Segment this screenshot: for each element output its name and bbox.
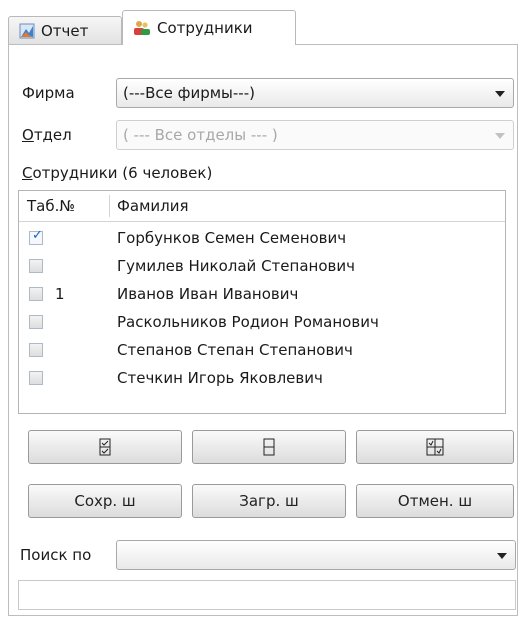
employees-title: Сотрудники (6 человек) <box>22 164 213 182</box>
row-surname: Иванов Иван Иванович <box>117 285 299 303</box>
list-item[interactable]: Гумилев Николай Степанович <box>19 255 505 283</box>
check-icon: ✓ <box>32 228 43 243</box>
select-all-button[interactable] <box>28 430 182 464</box>
invert-selection-button[interactable] <box>356 430 514 464</box>
list-header: Таб.№ Фамилия <box>19 191 505 222</box>
column-tab-no[interactable]: Таб.№ <box>27 197 75 215</box>
save-template-button[interactable]: Сохр. ш <box>28 484 182 518</box>
chevron-down-icon[interactable] <box>495 133 505 139</box>
row-checkbox[interactable] <box>29 343 43 357</box>
row-tab-no: 1 <box>55 285 65 303</box>
row-checkbox[interactable] <box>29 315 43 329</box>
tab-report-label: Отчет <box>41 21 89 40</box>
firm-select[interactable]: (---Все фирмы---) <box>116 78 514 108</box>
cancel-template-button[interactable]: Отмен. ш <box>356 484 514 518</box>
list-item[interactable]: ✓ Горбунков Семен Семенович <box>19 227 505 255</box>
uncheck-all-icon <box>263 438 275 456</box>
column-divider <box>109 195 110 217</box>
firm-label: Фирма <box>22 84 75 102</box>
row-checkbox[interactable] <box>29 259 43 273</box>
list-item[interactable]: Степанов Степан Степанович <box>19 339 505 367</box>
list-item[interactable]: Стечкин Игорь Яковлевич <box>19 367 505 395</box>
load-template-button[interactable]: Загр. ш <box>192 484 346 518</box>
invert-selection-icon <box>426 438 444 456</box>
search-input[interactable] <box>18 580 516 610</box>
people-icon <box>134 21 150 35</box>
search-field-select[interactable] <box>116 540 516 570</box>
list-item[interactable]: 1 Иванов Иван Иванович <box>19 283 505 311</box>
dept-label: Отдел <box>22 126 72 144</box>
firm-select-value: (---Все фирмы---) <box>123 84 255 102</box>
list-item[interactable]: Раскольников Родион Романович <box>19 311 505 339</box>
row-surname: Гумилев Николай Степанович <box>117 257 355 275</box>
chart-icon <box>19 23 35 38</box>
clear-all-button[interactable] <box>192 430 346 464</box>
row-checkbox[interactable] <box>29 287 43 301</box>
row-surname: Горбунков Семен Семенович <box>117 229 347 247</box>
row-checkbox[interactable]: ✓ <box>29 228 43 245</box>
tab-employees-label: Сотрудники <box>157 19 253 37</box>
tab-report[interactable]: Отчет <box>8 16 122 44</box>
row-surname: Раскольников Родион Романович <box>117 313 379 331</box>
row-surname: Стечкин Игорь Яковлевич <box>117 369 323 387</box>
employees-list: Таб.№ Фамилия ✓ Горбунков Семен Семенович… <box>18 190 506 414</box>
chevron-down-icon[interactable] <box>497 553 507 559</box>
check-all-icon <box>99 438 111 456</box>
search-by-label: Поиск по <box>20 546 92 564</box>
row-surname: Степанов Степан Степанович <box>117 341 353 359</box>
tab-employees[interactable]: Сотрудники <box>122 10 296 45</box>
chevron-down-icon[interactable] <box>495 91 505 97</box>
dept-select[interactable]: ( --- Все отделы --- ) <box>116 120 514 150</box>
row-checkbox[interactable] <box>29 371 43 385</box>
dept-label-accesskey: О <box>22 126 34 144</box>
column-surname[interactable]: Фамилия <box>117 197 189 215</box>
dept-select-value: ( --- Все отделы --- ) <box>123 126 278 144</box>
